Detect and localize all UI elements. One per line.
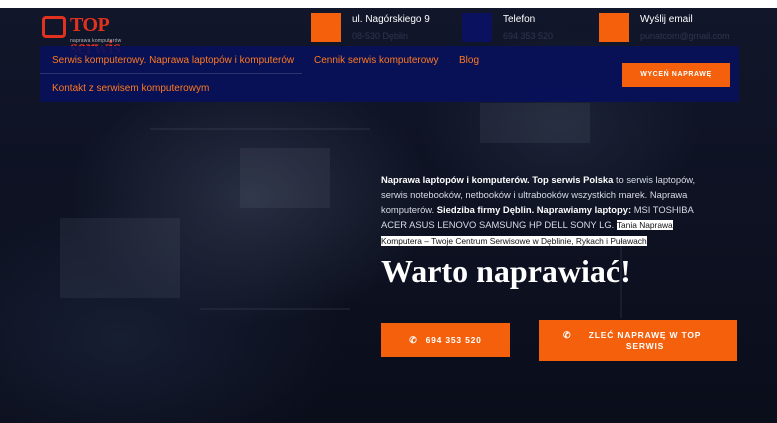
phone-icon: ✆ (409, 335, 418, 345)
email-icon (599, 13, 629, 42)
call-button[interactable]: ✆ 694 353 520 (381, 323, 510, 357)
logo-tagline: naprawa komputerów (70, 38, 122, 44)
order-repair-label: ZLEĆ NAPRAWĘ W TOP SERWIS (588, 330, 702, 351)
quote-button[interactable]: WYCEŃ NAPRAWĘ (622, 63, 730, 87)
email-title: Wyślij email (640, 14, 693, 25)
phone-icon: ✆ (563, 330, 572, 340)
main-nav: Serwis komputerowy. Naprawa laptopów i k… (40, 46, 739, 102)
logo[interactable]: TOP serwis naprawa komputerów (40, 12, 150, 59)
hero-lead: Naprawa laptopów i komputerów. Top serwi… (381, 174, 614, 185)
email-value[interactable]: punatcom@gmail.com (640, 31, 730, 41)
phone-value[interactable]: 694 353 520 (503, 31, 553, 41)
tv-icon (42, 16, 66, 38)
order-repair-button[interactable]: ✆ ZLEĆ NAPRAWĘ W TOP SERWIS (539, 320, 737, 361)
nav-item-blog[interactable]: Blog (459, 55, 479, 66)
phone-title: Telefon (503, 14, 536, 25)
address-title: ul. Nagórskiego 9 (352, 14, 430, 25)
hero-description: Naprawa laptopów i komputerów. Top serwi… (381, 172, 711, 249)
top-strip (0, 0, 777, 8)
location-icon (311, 13, 341, 42)
phone-icon (462, 13, 492, 42)
nav-item-naprawa[interactable]: Serwis komputerowy. Naprawa laptopów i k… (52, 55, 294, 66)
hero-location: Siedziba firmy Dęblin. Naprawiamy laptop… (436, 204, 632, 215)
address-value: 08-530 Dęblin (352, 31, 409, 41)
nav-item-kontakt[interactable]: Kontakt z serwisem komputerowym (52, 83, 209, 94)
nav-item-cennik[interactable]: Cennik serwis komputerowy (314, 55, 439, 66)
hero-headline: Warto naprawiać! (381, 253, 631, 289)
nav-divider (40, 73, 302, 74)
call-button-label: 694 353 520 (425, 335, 482, 345)
